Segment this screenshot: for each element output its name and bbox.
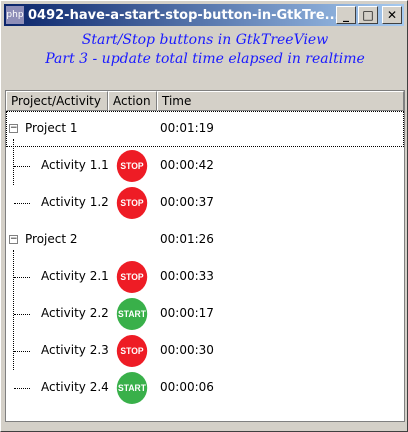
activity-name: Activity 2.1	[41, 269, 109, 283]
minimize-button[interactable]: _	[336, 6, 356, 24]
php-app-icon: php	[6, 6, 24, 24]
maximize-button[interactable]: □	[358, 6, 378, 24]
tree-branch-line	[14, 314, 30, 315]
activity-name: Activity 2.2	[41, 306, 109, 320]
activity-row[interactable]: Activity 2.4 START 00:00:06	[6, 370, 404, 406]
project-row[interactable]: − Project 1 00:01:19	[6, 111, 404, 147]
activity-row[interactable]: Activity 2.1 STOP 00:00:33	[6, 259, 404, 295]
project-time: 00:01:19	[160, 121, 214, 135]
stop-button[interactable]: STOP	[116, 150, 148, 182]
title-bar[interactable]: php 0492-have-a-start-stop-button-in-Gtk…	[4, 4, 404, 26]
activity-time: 00:00:37	[160, 195, 214, 209]
project-row[interactable]: − Project 2 00:01:26	[6, 222, 404, 258]
collapse-icon[interactable]: −	[9, 235, 18, 244]
stop-button[interactable]: STOP	[116, 261, 148, 293]
window: php 0492-have-a-start-stop-button-in-Gtk…	[0, 0, 408, 432]
activity-row[interactable]: Activity 1.2 STOP 00:00:37	[6, 185, 404, 221]
window-title: 0492-have-a-start-stop-button-in-GtkTre.…	[28, 7, 340, 23]
tree-header: Project/Activity Action Time	[6, 91, 404, 111]
column-header-time[interactable]: Time	[157, 91, 404, 111]
activity-time: 00:00:42	[160, 158, 214, 172]
close-button[interactable]: ✕	[382, 6, 402, 24]
subtitle-line-1: Start/Stop buttons in GtkTreeView	[81, 32, 329, 48]
activity-name: Activity 1.2	[41, 195, 109, 209]
tree-branch-line	[14, 203, 30, 204]
activity-name: Activity 2.4	[41, 380, 109, 394]
stop-button[interactable]: STOP	[116, 187, 148, 219]
project-name: Project 2	[25, 232, 78, 246]
start-button[interactable]: START	[116, 298, 148, 330]
activity-row[interactable]: Activity 2.3 STOP 00:00:30	[6, 333, 404, 369]
tree-branch-line	[14, 277, 30, 278]
start-button[interactable]: START	[116, 372, 148, 404]
tree-branch-line	[14, 166, 30, 167]
tree-view[interactable]: Project/Activity Action Time − Project 1…	[5, 90, 405, 422]
collapse-icon[interactable]: −	[9, 124, 18, 133]
activity-row[interactable]: Activity 2.2 START 00:00:17	[6, 296, 404, 332]
stop-button[interactable]: STOP	[116, 335, 148, 367]
column-header-action[interactable]: Action	[108, 91, 157, 111]
column-header-project[interactable]: Project/Activity	[6, 91, 108, 111]
tree-branch-line	[14, 351, 30, 352]
subtitle-line-2: Part 3 - update total time elapsed in re…	[45, 51, 365, 67]
project-time: 00:01:26	[160, 232, 214, 246]
activity-time: 00:00:30	[160, 343, 214, 357]
activity-time: 00:00:33	[160, 269, 214, 283]
activity-name: Activity 1.1	[41, 158, 109, 172]
tree-branch-line	[14, 388, 30, 389]
activity-time: 00:00:17	[160, 306, 214, 320]
project-name: Project 1	[25, 121, 78, 135]
activity-name: Activity 2.3	[41, 343, 109, 357]
activity-time: 00:00:06	[160, 380, 214, 394]
activity-row[interactable]: Activity 1.1 STOP 00:00:42	[6, 148, 404, 184]
